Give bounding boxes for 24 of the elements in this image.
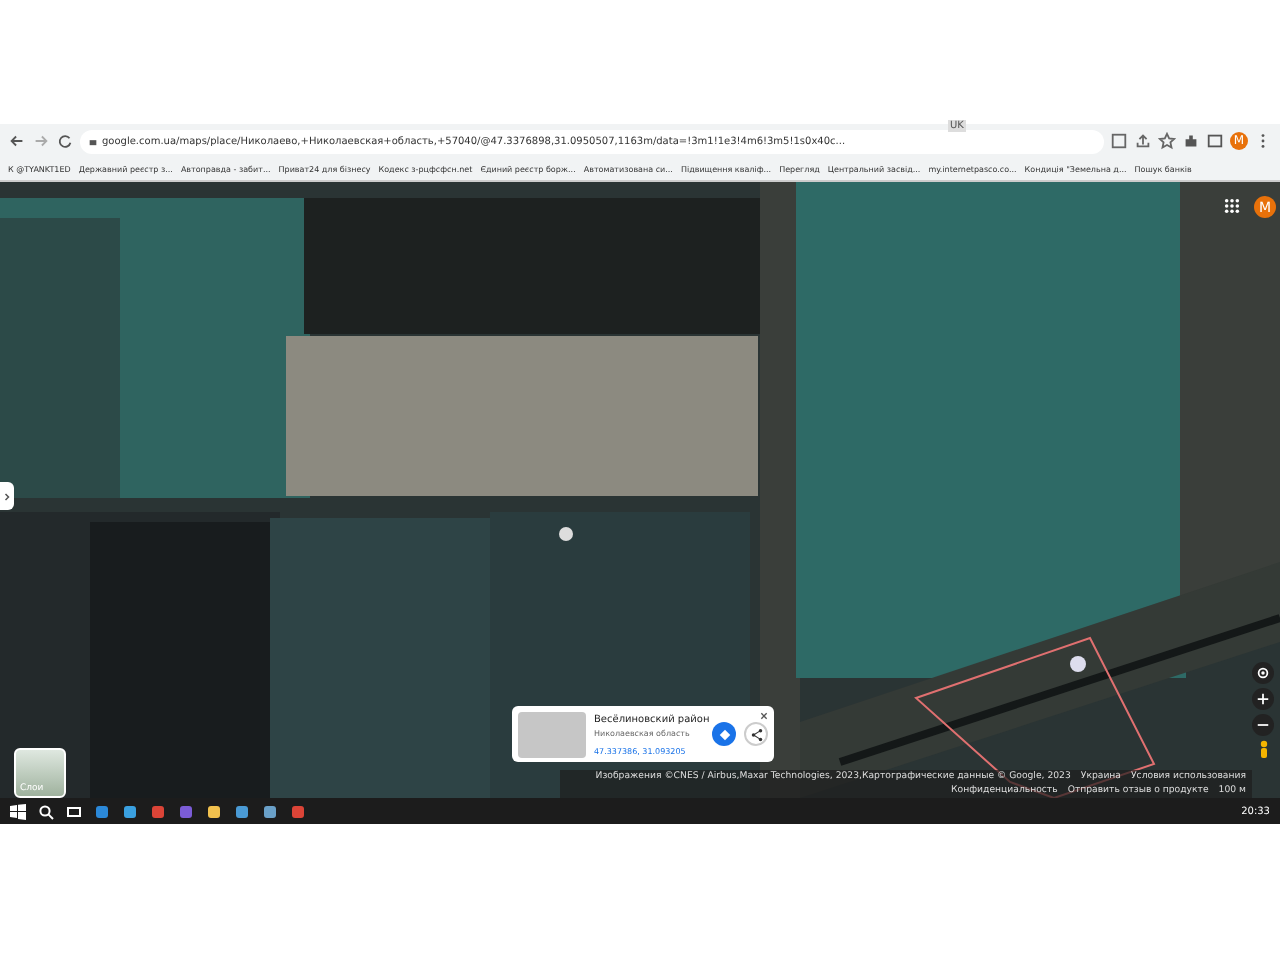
- map-thumbnail[interactable]: [518, 711, 586, 757]
- collapse-panel-button[interactable]: [0, 482, 14, 510]
- share-button[interactable]: [744, 722, 768, 746]
- map-marker[interactable]: [1070, 656, 1086, 672]
- star-icon[interactable]: [1158, 132, 1176, 150]
- caret-icon: [4, 491, 10, 501]
- back-icon[interactable]: [8, 132, 26, 150]
- search-icon[interactable]: [38, 803, 54, 819]
- windows-start-icon[interactable]: [10, 803, 26, 819]
- directions-button[interactable]: [712, 722, 736, 746]
- satellite-fields-drawing[interactable]: [0, 182, 1280, 798]
- sidebar-icon[interactable]: [1206, 132, 1224, 150]
- reload-icon[interactable]: [56, 132, 74, 150]
- pegman-icon[interactable]: [1257, 740, 1269, 760]
- plus-icon: [1256, 692, 1270, 706]
- place-marker[interactable]: [559, 527, 573, 541]
- share-icon: [749, 727, 763, 741]
- minus-icon: [1256, 718, 1270, 732]
- task-view-icon[interactable]: [66, 803, 82, 819]
- close-icon[interactable]: [760, 712, 768, 720]
- directions-icon: [717, 727, 731, 741]
- apps-grid-icon[interactable]: [1224, 198, 1240, 214]
- crosshair-icon: [1256, 666, 1270, 680]
- share-icon[interactable]: [1134, 132, 1152, 150]
